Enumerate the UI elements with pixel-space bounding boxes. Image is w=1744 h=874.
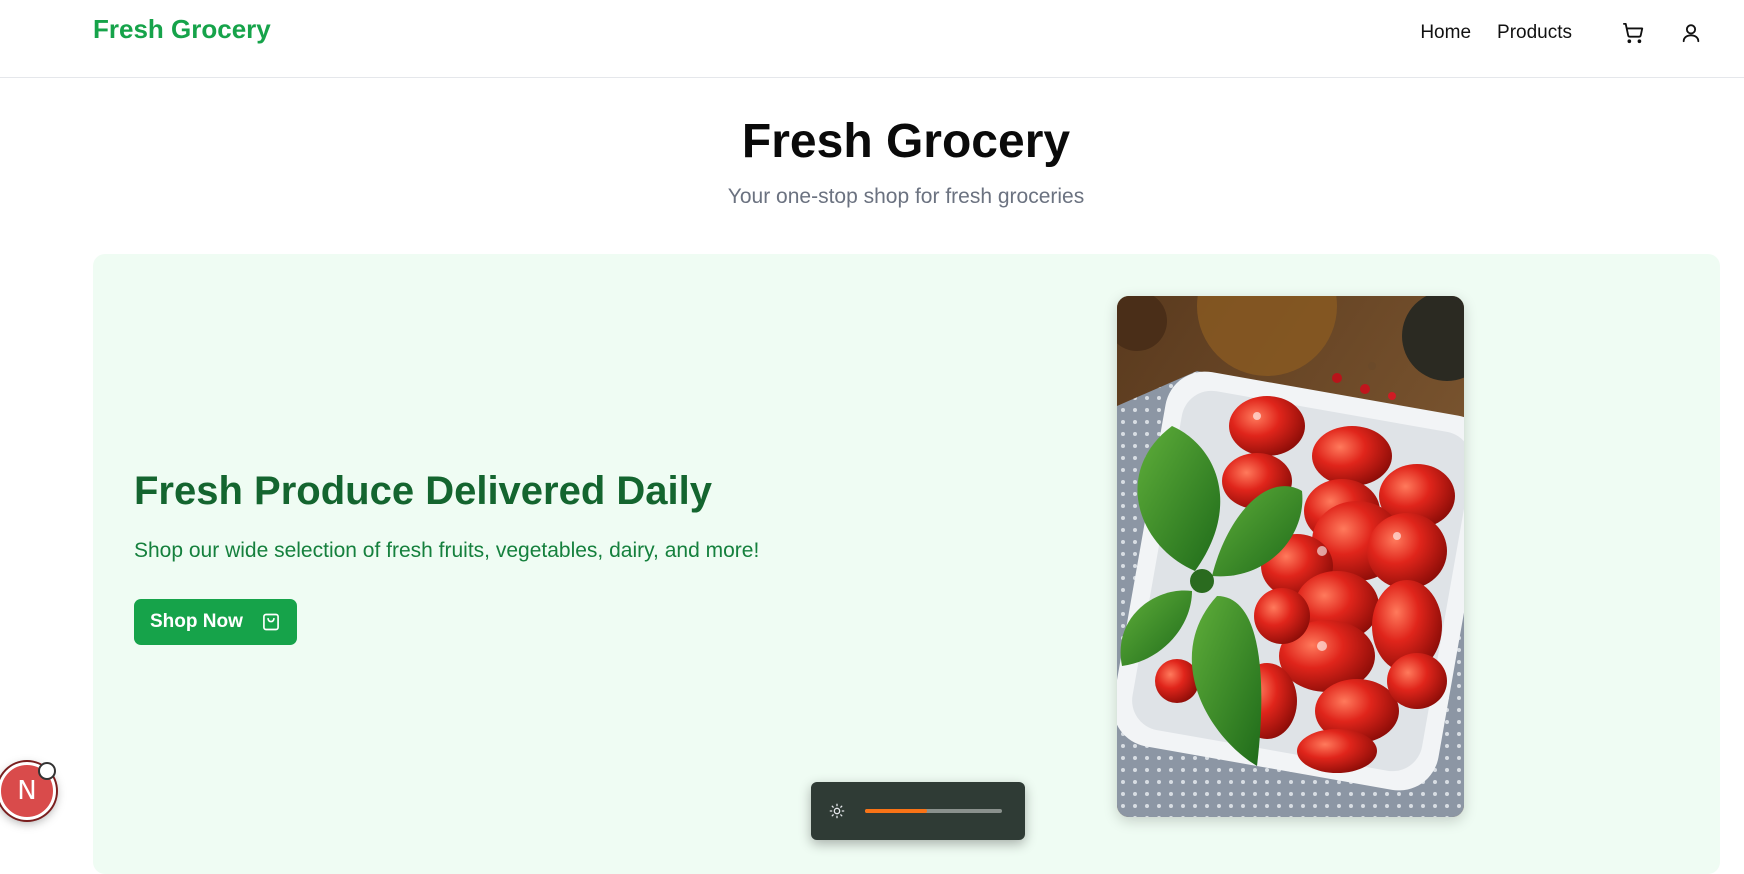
shopping-bag-icon [263,613,279,631]
hero-description: Shop our wide selection of fresh fruits,… [134,539,760,562]
n-badge-indicator [38,762,56,780]
shop-now-button[interactable]: Shop Now [134,599,297,645]
shop-now-label: Shop Now [150,611,243,632]
site-header: Fresh Grocery Home Products [0,0,1744,78]
brightness-slider[interactable] [865,809,1002,813]
nav-products-link[interactable]: Products [1497,22,1572,44]
nav-home-link[interactable]: Home [1420,22,1471,44]
sun-icon [829,803,845,819]
user-icon [1682,24,1700,43]
hero-tomatoes-image [1117,296,1464,817]
page-title: Fresh Grocery [741,115,1071,168]
hero-banner: Fresh Produce Delivered Daily Shop our w… [93,254,1720,874]
main-nav: Home Products [1420,0,1744,66]
page-subtitle: Your one-stop shop for fresh groceries [727,185,1085,208]
tomatoes-photo [1117,296,1464,817]
cart-icon [1622,22,1644,44]
account-button[interactable] [1676,18,1706,48]
cart-button[interactable] [1618,18,1648,48]
hero-heading: Fresh Produce Delivered Daily [134,469,713,513]
brightness-control [811,782,1025,840]
brand-logo[interactable]: Fresh Grocery [93,14,271,45]
brightness-slider-fill [865,809,927,813]
